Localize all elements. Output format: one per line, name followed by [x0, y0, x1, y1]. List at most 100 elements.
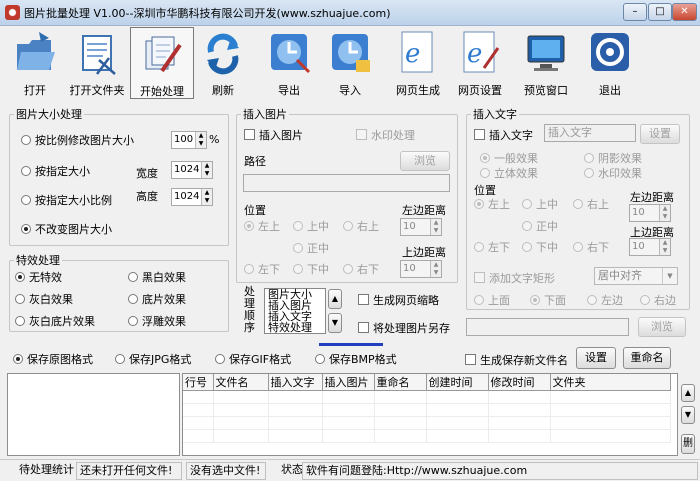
insert-text-check[interactable]: 插入文字 [474, 127, 533, 143]
insert-image-check[interactable]: 插入图片 [244, 127, 303, 143]
text-effect-shadow[interactable]: 阴影效果 [584, 150, 642, 166]
rect-pos-left[interactable]: 左边 [587, 292, 623, 308]
table-row[interactable] [183, 390, 671, 404]
width-spinner[interactable]: 1024 ▲ ▼ [171, 161, 213, 179]
radio[interactable] [587, 295, 597, 305]
radio[interactable] [584, 168, 594, 178]
order-item[interactable]: 特效处理 [268, 322, 325, 333]
format-original[interactable]: 保存原图格式 [13, 351, 93, 367]
web-generate-button[interactable]: e 网页生成 [388, 27, 448, 99]
import-button[interactable]: 导入 [322, 27, 378, 99]
radio[interactable] [13, 354, 23, 364]
add-text-rect-check[interactable]: 添加文字矩形 [474, 270, 555, 286]
move-down-button[interactable]: ▼ [681, 406, 695, 424]
text-pos-top-right[interactable]: 右上 [573, 196, 609, 212]
spinner-arrows-icon[interactable]: ▲ ▼ [195, 132, 206, 148]
delete-button[interactable]: 删 [681, 434, 695, 454]
col-modified[interactable]: 修改时间 [488, 374, 551, 391]
col-filename[interactable]: 文件名 [213, 374, 269, 391]
image-top-margin-spinner[interactable]: 10 ▲ ▼ [400, 260, 442, 278]
image-left-margin-spinner[interactable]: 10 ▲ ▼ [400, 218, 442, 236]
radio[interactable] [293, 221, 303, 231]
effect-gray-negative-option[interactable]: 灰白底片效果 [15, 313, 95, 329]
image-pos-bottom-left[interactable]: 左下 [244, 261, 280, 277]
radio[interactable] [474, 242, 484, 252]
radio[interactable] [115, 354, 125, 364]
format-settings-button[interactable]: 设置 [576, 347, 616, 369]
col-row-number[interactable]: 行号 [183, 374, 214, 391]
image-pos-bottom-right[interactable]: 右下 [343, 261, 379, 277]
spinner-arrows-icon[interactable]: ▲ ▼ [430, 261, 441, 277]
rect-pos-below[interactable]: 下面 [530, 292, 566, 308]
image-path-input[interactable] [243, 174, 450, 192]
image-pos-top-center[interactable]: 上中 [293, 218, 329, 234]
open-button[interactable]: 打开 [4, 27, 66, 99]
chevron-down-icon[interactable]: ▼ [662, 268, 677, 284]
effect-gray-option[interactable]: 灰白效果 [15, 291, 73, 307]
text-pos-top-center[interactable]: 上中 [522, 196, 558, 212]
web-thumb-check[interactable]: 生成网页缩略 [358, 292, 439, 308]
web-settings-button[interactable]: e 网页设置 [452, 27, 508, 99]
text-pos-bottom-left[interactable]: 左下 [474, 239, 510, 255]
effect-emboss-radio[interactable] [128, 316, 138, 326]
radio[interactable] [530, 295, 540, 305]
format-bmp[interactable]: 保存BMP格式 [315, 351, 397, 367]
radio[interactable] [522, 242, 532, 252]
radio[interactable] [573, 199, 583, 209]
spinner-arrows-icon[interactable]: ▲ ▼ [659, 239, 670, 255]
save-browse-button[interactable]: 浏览 [638, 317, 686, 337]
order-list[interactable]: 图片大小 插入图片 插入文字 特效处理 [264, 288, 326, 334]
effect-none-option[interactable]: 无特效 [15, 269, 62, 285]
save-path-input[interactable] [466, 318, 629, 336]
file-table[interactable]: 行号 文件名 插入文字 插入图片 重命名 创建时间 修改时间 文件夹 [182, 373, 678, 456]
keep-size-radio[interactable] [21, 224, 31, 234]
new-name-checkbox[interactable] [465, 354, 476, 365]
height-spinner[interactable]: 1024 ▲ ▼ [171, 188, 213, 206]
radio[interactable] [573, 242, 583, 252]
radio[interactable] [215, 354, 225, 364]
spinner-arrows-icon[interactable]: ▲ ▼ [201, 189, 212, 205]
radio[interactable] [343, 264, 353, 274]
order-up-button[interactable]: ▲ [328, 289, 342, 309]
rename-button[interactable]: 重命名 [623, 347, 671, 369]
text-effect-watermark[interactable]: 水印效果 [584, 165, 642, 181]
rect-pos-right[interactable]: 右边 [640, 292, 676, 308]
exit-button[interactable]: 退出 [582, 27, 638, 99]
image-browse-button[interactable]: 浏览 [400, 151, 450, 171]
save-as-checkbox[interactable] [358, 322, 369, 333]
text-top-margin-spinner[interactable]: 10 ▲ ▼ [629, 238, 671, 256]
rect-pos-above[interactable]: 上面 [474, 292, 510, 308]
effect-none-radio[interactable] [15, 272, 25, 282]
text-settings-button[interactable]: 设置 [640, 124, 680, 144]
preview-button[interactable]: 预览窗口 [516, 27, 576, 99]
radio[interactable] [474, 199, 484, 209]
effect-emboss-option[interactable]: 浮雕效果 [128, 313, 186, 329]
watermark-check[interactable]: 水印处理 [356, 127, 415, 143]
watermark-checkbox[interactable] [356, 129, 367, 140]
col-folder[interactable]: 文件夹 [550, 374, 671, 391]
radio[interactable] [474, 295, 484, 305]
close-button[interactable]: ✕ [672, 3, 697, 21]
refresh-button[interactable]: 刷新 [196, 27, 250, 99]
keep-size-option[interactable]: 不改变图片大小 [21, 221, 112, 237]
order-down-button[interactable]: ▼ [328, 313, 342, 333]
text-pos-bottom-right[interactable]: 右下 [573, 239, 609, 255]
image-pos-top-right[interactable]: 右上 [343, 218, 379, 234]
text-pos-bottom-center[interactable]: 下中 [522, 239, 558, 255]
format-gif[interactable]: 保存GIF格式 [215, 351, 291, 367]
col-insert-image[interactable]: 插入图片 [322, 374, 375, 391]
effect-negative-option[interactable]: 底片效果 [128, 291, 186, 307]
save-as-check[interactable]: 将处理图片另存 [358, 320, 450, 336]
format-jpg[interactable]: 保存JPG格式 [115, 351, 191, 367]
ratio-spinner[interactable]: 100 ▲ ▼ [171, 131, 207, 149]
ratio-option[interactable]: 按比例修改图片大小 [21, 132, 134, 148]
maximize-button[interactable]: □ [648, 3, 672, 21]
spinner-arrows-icon[interactable]: ▲ ▼ [659, 205, 670, 221]
text-input[interactable]: 插入文字 [544, 124, 636, 142]
radio[interactable] [522, 221, 532, 231]
ratio-radio[interactable] [21, 135, 31, 145]
effect-negative-radio[interactable] [128, 294, 138, 304]
fixed-ratio-option[interactable]: 按指定大小比例 [21, 192, 112, 208]
image-pos-top-left[interactable]: 左上 [244, 218, 280, 234]
table-row[interactable] [183, 403, 671, 417]
